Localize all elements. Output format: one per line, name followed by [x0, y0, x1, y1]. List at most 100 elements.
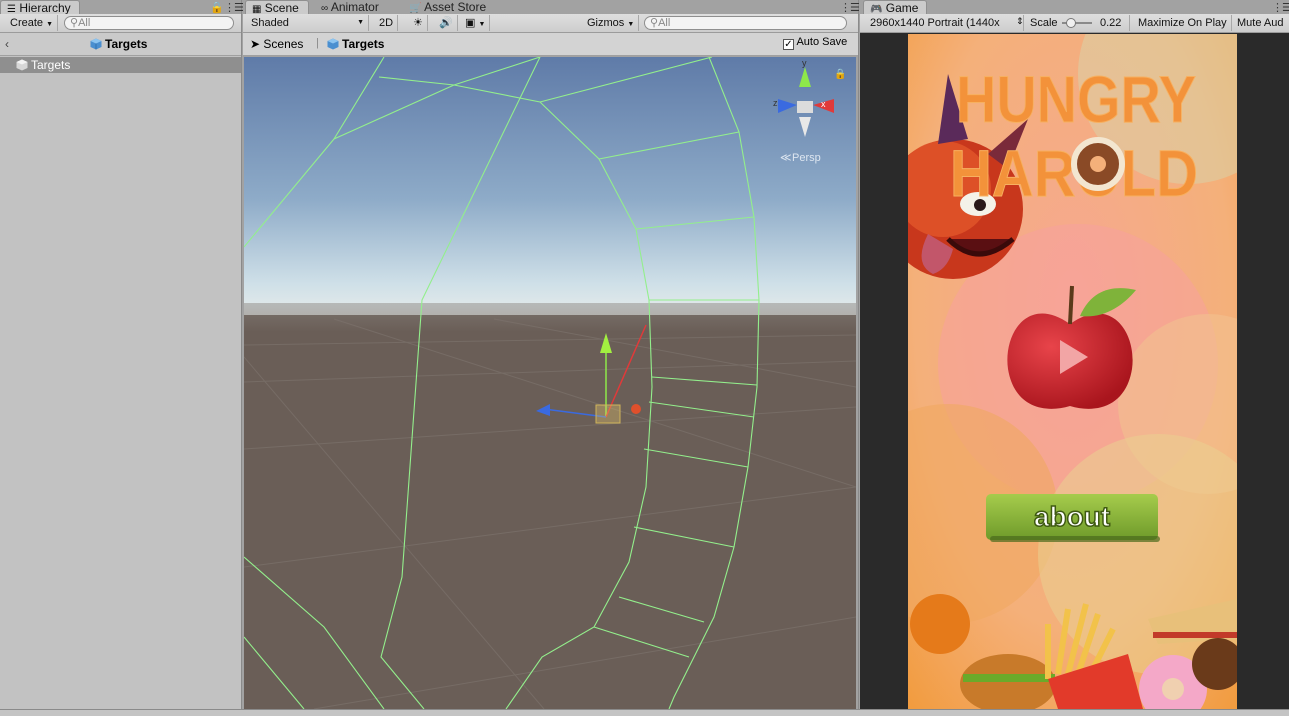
hierarchy-search-input[interactable]: ⚲All [64, 16, 234, 30]
game-toolbar: 2960x1440 Portrait (1440x ⇕ Scale 0.22 M… [860, 14, 1289, 33]
toggle-2d-label: 2D [379, 17, 394, 29]
maximize-label: Maximize On Play [1138, 17, 1227, 29]
food-sandwich-filling [1153, 632, 1237, 638]
scene-viewport[interactable]: y x z Persp ≪ 🔒 [244, 57, 856, 709]
scene-view-canvas[interactable]: y x z Persp ≪ 🔒 [244, 57, 856, 709]
audio-toggle[interactable]: 🔊 [435, 15, 458, 31]
scene-toolbar: Shaded ▼ 2D ☀ 🔊 ▣ ▼ Gizmos ▼ ⚲All [243, 14, 858, 33]
gizmos-label: Gizmos [587, 17, 625, 29]
food-donut-hole [1162, 678, 1184, 700]
hierarchy-scene-header: ‹ Targets [0, 33, 241, 56]
hierarchy-item-label: Targets [31, 58, 71, 72]
hierarchy-list: Targets [0, 57, 241, 73]
search-icon: ⚲ [70, 17, 79, 29]
panel-menu-icon[interactable]: ⋮☰ [840, 1, 860, 14]
create-label: Create [10, 17, 44, 29]
gizmos-dropdown[interactable]: Gizmos ▼ [583, 15, 640, 31]
gameobject-icon [16, 59, 28, 71]
hierarchy-panel: ☰ Hierarchy 🔒 ⋮☰ Create ▼ ⚲All ‹ Targets… [0, 0, 244, 709]
tab-game-label: Game [885, 1, 919, 15]
mute-label: Mute Aud [1237, 17, 1284, 29]
dropdown-arrow-icon: ▼ [627, 21, 635, 28]
breadcrumb-current-label: Targets [342, 37, 385, 51]
breadcrumb-separator: | [316, 37, 319, 49]
breadcrumb-scenes[interactable]: ➤ Scenes [250, 37, 303, 51]
scale-slider-thumb[interactable] [1066, 18, 1076, 28]
about-button-shadow [990, 536, 1160, 542]
mute-audio-toggle[interactable]: Mute Aud [1233, 15, 1287, 31]
tab-game[interactable]: 🎮 Game [863, 0, 927, 15]
game-tabbar: 🎮 Game ⋮☰ [860, 0, 1289, 15]
scene-tabbar: ▦ Scene ∞ Animator 🛒 Asset Store ⋮☰ [243, 0, 860, 15]
donut-hole [1090, 156, 1106, 172]
gizmo-x-handle[interactable] [631, 404, 641, 414]
effects-dropdown[interactable]: ▣ ▼ [461, 15, 491, 31]
shading-mode-dropdown[interactable]: Shaded ▼ [247, 15, 369, 31]
scene-title-label: Targets [105, 37, 148, 51]
tab-animator-label: Animator [330, 0, 379, 14]
orient-z-label: z [773, 98, 778, 108]
search-placeholder: All [78, 17, 91, 29]
cube-icon [327, 38, 339, 50]
toggle-2d-button[interactable]: 2D [375, 15, 399, 31]
game-panel: 🎮 Game ⋮☰ 2960x1440 Portrait (1440x ⇕ Sc… [860, 0, 1289, 709]
sky [244, 57, 856, 315]
scale-label: Scale [1030, 17, 1058, 29]
orient-center-cube[interactable] [797, 101, 813, 113]
auto-save-checkbox[interactable]: ✓ [783, 39, 794, 50]
scale-control[interactable]: Scale 0.22 [1026, 15, 1130, 31]
unity-icon: ➤ [250, 37, 261, 51]
hierarchy-tabbar: ☰ Hierarchy 🔒 ⋮☰ [0, 0, 244, 15]
game-render-canvas[interactable]: HUNGRY HAROLD about [908, 34, 1237, 709]
scene-search-input[interactable]: ⚲All [644, 16, 847, 30]
tab-asset-store-label: Asset Store [424, 0, 487, 14]
food-orange [910, 594, 970, 654]
panel-menu-icon[interactable]: ⋮☰ [224, 1, 244, 14]
tab-animator[interactable]: ∞ Animator [315, 0, 385, 14]
apple-stem [1068, 285, 1074, 325]
back-arrow-icon[interactable]: ‹ [5, 37, 9, 51]
tab-hierarchy[interactable]: ☰ Hierarchy [0, 0, 80, 15]
animator-icon: ∞ [321, 3, 329, 14]
about-button-label: about [1034, 501, 1110, 532]
tab-scene-label: Scene [264, 1, 299, 15]
sun-icon: ☀ [413, 17, 423, 29]
search-placeholder: All [658, 17, 671, 29]
dropdown-arrow-icon: ▼ [46, 21, 54, 28]
dropdown-arrow-icon: ▼ [357, 19, 364, 26]
auto-save-label: Auto Save [796, 36, 848, 48]
orient-y-label: y [802, 58, 807, 68]
hierarchy-toolbar: Create ▼ ⚲All [0, 14, 241, 33]
lock-icon[interactable]: 🔒 [210, 1, 224, 14]
scene-breadcrumb: ➤ Scenes | Targets ✓ Auto Save [243, 33, 858, 56]
about-button[interactable]: about [986, 494, 1160, 542]
resolution-dropdown[interactable]: 2960x1440 Portrait (1440x [866, 15, 1024, 31]
image-icon: ▣ [465, 17, 476, 29]
food-lettuce [963, 674, 1055, 682]
panel-menu-icon[interactable]: ⋮☰ [1272, 1, 1289, 14]
auto-save-toggle[interactable]: ✓ Auto Save [783, 36, 847, 50]
scene-panel: ▦ Scene ∞ Animator 🛒 Asset Store ⋮☰ Shad… [243, 0, 860, 709]
cube-icon [90, 38, 102, 50]
breadcrumb-current[interactable]: Targets [327, 37, 384, 51]
search-icon: ⚲ [650, 17, 659, 29]
shading-mode-label: Shaded [251, 17, 289, 29]
game-view[interactable]: HUNGRY HAROLD about [908, 34, 1237, 709]
hierarchy-scene-title: Targets [90, 37, 147, 51]
create-dropdown[interactable]: Create ▼ [6, 15, 59, 31]
gizmo-center-box[interactable] [595, 404, 621, 424]
title-line-1: HUNGRY [956, 62, 1196, 136]
projection-label[interactable]: Persp [792, 152, 821, 164]
lock-icon[interactable]: 🔒 [834, 68, 846, 80]
tab-hierarchy-label: Hierarchy [19, 1, 71, 15]
dropdown-arrow-icon: ▼ [478, 21, 486, 28]
maximize-on-play-toggle[interactable]: Maximize On Play [1134, 15, 1232, 31]
lighting-toggle[interactable]: ☀ [409, 15, 428, 31]
tab-scene[interactable]: ▦ Scene [245, 0, 309, 15]
resolution-stepper-icon[interactable]: ⇕ [1016, 16, 1024, 27]
console-tab-strip [0, 709, 1289, 716]
tab-asset-store[interactable]: 🛒 Asset Store [403, 0, 492, 14]
game-title: HUNGRY HAROLD [950, 62, 1199, 211]
hierarchy-item-targets[interactable]: Targets [0, 57, 241, 73]
scale-value: 0.22 [1100, 17, 1122, 29]
